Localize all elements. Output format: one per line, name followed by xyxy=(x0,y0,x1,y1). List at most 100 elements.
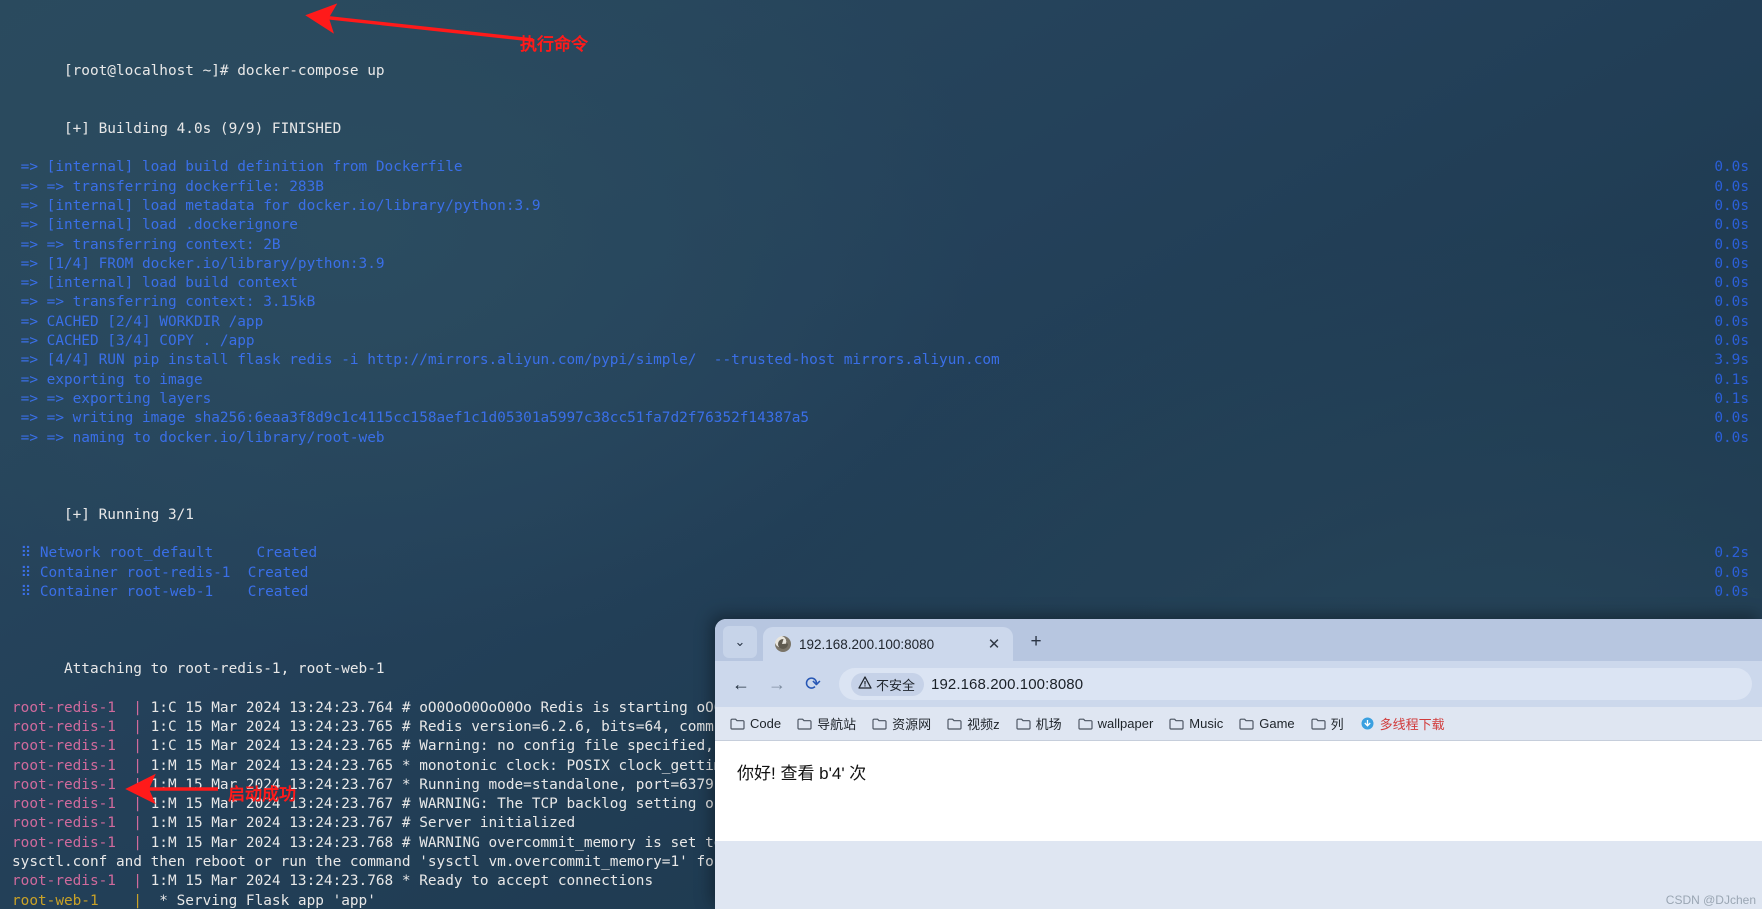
running-step-line: ⠿ Container root-web-1 Created 0.0s xyxy=(12,583,1762,602)
security-status-label: 不安全 xyxy=(876,677,916,693)
bookmark-item[interactable]: 机场 xyxy=(1009,711,1069,736)
build-step-duration: 0.0s xyxy=(1714,236,1749,253)
bookmark-item[interactable]: wallpaper xyxy=(1071,713,1161,734)
build-step-line: => [internal] load build context 0.0s xyxy=(12,274,1762,293)
build-step-list: => [internal] load build definition from… xyxy=(12,158,1762,447)
build-step-text: => => transferring dockerfile: 283B xyxy=(12,178,324,195)
page-greeting-text: 你好! 查看 b'4' 次 xyxy=(737,764,867,783)
build-step-duration: 0.0s xyxy=(1714,178,1749,195)
back-button[interactable]: ← xyxy=(725,668,757,700)
folder-icon xyxy=(1311,717,1326,730)
log-pipe-separator: | xyxy=(133,815,151,832)
build-step-duration: 0.0s xyxy=(1714,217,1749,234)
build-step-line: => => transferring context: 3.15kB 0.0s xyxy=(12,293,1762,312)
download-icon xyxy=(1360,717,1375,730)
bookmarks-bar: Code 导航站 资源网 视频z 机场 wallpaper Music Game 列 多线程下载 xyxy=(715,707,1762,741)
url-text: 192.168.200.100:8080 xyxy=(931,675,1084,693)
build-step-line: => => transferring dockerfile: 283B 0.0s xyxy=(12,178,1762,197)
build-step-duration: 0.0s xyxy=(1714,255,1749,272)
log-service-prefix: root-web-1 xyxy=(12,892,134,909)
running-step-text: ⠿ Network root_default Created xyxy=(12,545,318,562)
tab-search-button[interactable]: ⌄ xyxy=(723,626,757,658)
bookmark-item[interactable]: Code xyxy=(723,713,788,734)
running-header-text: [+] Running 3/1 xyxy=(63,506,194,523)
bookmark-label: Game xyxy=(1259,716,1295,731)
log-service-prefix: root-redis-1 xyxy=(12,834,134,851)
bookmark-label: 资源网 xyxy=(892,717,932,732)
folder-icon xyxy=(1169,717,1184,730)
log-pipe-separator: | xyxy=(133,718,151,735)
build-step-duration: 0.0s xyxy=(1714,275,1749,292)
build-step-line: => => exporting layers 0.1s xyxy=(12,390,1762,409)
log-pipe-separator: | xyxy=(133,892,151,909)
bookmark-item[interactable]: 多线程下载 xyxy=(1353,711,1452,736)
reload-button[interactable]: ⟳ xyxy=(797,668,829,700)
build-step-text: => [1/4] FROM docker.io/library/python:3… xyxy=(12,255,385,272)
bookmark-label: Code xyxy=(750,716,782,731)
bookmark-item[interactable]: 视频z xyxy=(940,711,1007,736)
browser-window[interactable]: ⌄ 192.168.200.100:8080 ✕ + ← → ⟳ 不安全 192… xyxy=(715,619,1762,909)
build-step-duration: 0.0s xyxy=(1714,159,1749,176)
build-header-text: [+] Building 4.0s (9/9) FINISHED xyxy=(63,120,342,137)
bookmark-label: 视频z xyxy=(967,717,1000,732)
folder-icon xyxy=(872,717,887,730)
bookmark-item[interactable]: Music xyxy=(1162,713,1230,734)
folder-icon xyxy=(797,717,812,730)
build-step-duration: 0.0s xyxy=(1714,410,1749,427)
log-service-prefix: root-redis-1 xyxy=(12,776,134,793)
folder-icon xyxy=(947,717,962,730)
log-service-prefix: root-redis-1 xyxy=(12,718,134,735)
log-line-body: 1:M 15 Mar 2024 13:24:23.765 * monotonic… xyxy=(150,757,732,774)
new-tab-button[interactable]: + xyxy=(1021,627,1051,657)
build-step-text: => [internal] load build definition from… xyxy=(12,159,463,176)
build-step-text: => => naming to docker.io/library/root-w… xyxy=(12,429,385,446)
forward-button[interactable]: → xyxy=(761,668,793,700)
running-step-line: ⠿ Network root_default Created 0.2s xyxy=(12,544,1762,563)
globe-favicon-icon xyxy=(775,636,791,652)
build-step-line: => [internal] load metadata for docker.i… xyxy=(12,197,1762,216)
arrow-start-success xyxy=(125,773,218,805)
close-icon[interactable]: ✕ xyxy=(985,635,1003,653)
log-service-prefix: root-redis-1 xyxy=(12,738,134,755)
build-step-duration: 0.0s xyxy=(1714,429,1749,446)
bookmark-label: 多线程下载 xyxy=(1379,717,1445,732)
bookmark-item[interactable]: 资源网 xyxy=(865,711,938,736)
build-step-line: => [internal] load .dockerignore 0.0s xyxy=(12,216,1762,235)
bookmark-label: 机场 xyxy=(1035,717,1062,732)
build-step-duration: 0.1s xyxy=(1714,371,1749,388)
folder-icon xyxy=(1078,717,1093,730)
build-step-text: => => transferring context: 2B xyxy=(12,236,281,253)
log-line-body: 1:M 15 Mar 2024 13:24:23.767 # Server in… xyxy=(150,815,576,832)
prompt-text: [root@localhost ~]# docker-compose up xyxy=(63,62,385,79)
bookmark-item[interactable]: 列 xyxy=(1304,711,1351,736)
log-service-prefix: root-redis-1 xyxy=(12,873,134,890)
build-step-text: => CACHED [3/4] COPY . /app xyxy=(12,333,255,350)
address-bar[interactable]: 不安全 192.168.200.100:8080 xyxy=(839,668,1752,700)
running-step-line: ⠿ Container root-redis-1 Created 0.0s xyxy=(12,564,1762,583)
running-step-duration: 0.0s xyxy=(1714,564,1749,581)
log-pipe-separator: | xyxy=(133,738,151,755)
bookmark-label: 列 xyxy=(1330,717,1344,732)
security-status-chip[interactable]: 不安全 xyxy=(851,672,925,696)
browser-tab[interactable]: 192.168.200.100:8080 ✕ xyxy=(763,627,1013,661)
build-step-duration: 0.0s xyxy=(1714,294,1749,311)
build-step-line: => [internal] load build definition from… xyxy=(12,158,1762,177)
build-step-line: => exporting to image 0.1s xyxy=(12,371,1762,390)
running-header-line: [+] Running 3/1 xyxy=(12,486,1762,523)
attaching-text: Attaching to root-redis-1, root-web-1 xyxy=(63,661,385,678)
arrow-exec-command xyxy=(305,3,534,42)
running-step-duration: 0.0s xyxy=(1714,583,1749,600)
log-pipe-separator: | xyxy=(133,757,151,774)
running-step-text: ⠿ Container root-web-1 Created xyxy=(12,583,309,600)
log-service-prefix: root-redis-1 xyxy=(12,699,134,716)
log-pipe-separator: | xyxy=(133,834,151,851)
bookmark-item[interactable]: 导航站 xyxy=(790,711,863,736)
build-step-text: => => writing image sha256:6eaa3f8d9c1c4… xyxy=(12,410,810,427)
build-step-line: => => transferring context: 2B 0.0s xyxy=(12,236,1762,255)
build-step-text: => CACHED [2/4] WORKDIR /app xyxy=(12,313,264,330)
warning-triangle-icon xyxy=(858,676,872,692)
bookmark-item[interactable]: Game xyxy=(1232,713,1301,734)
page-content: 你好! 查看 b'4' 次 xyxy=(715,741,1762,841)
build-step-text: => exporting to image xyxy=(12,371,203,388)
build-step-duration: 0.1s xyxy=(1714,390,1749,407)
